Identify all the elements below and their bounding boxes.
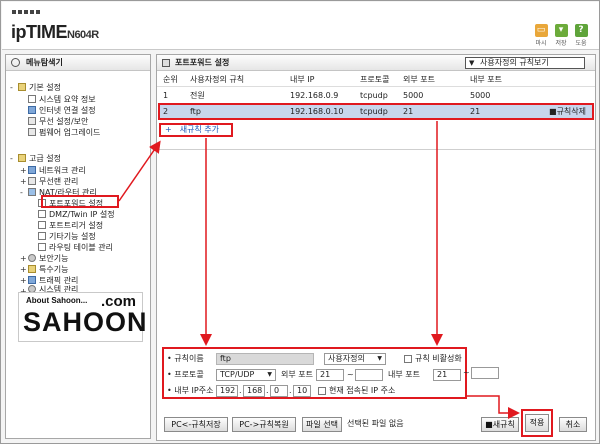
table-row[interactable]: 1 전원 192.168.0.9 tcpudp 5000 5000 <box>157 89 595 103</box>
menu-internet-settings[interactable]: 인터넷 연결 설정 <box>28 106 96 116</box>
pc-restore-rules-button[interactable]: PC->규칙복원 <box>232 417 296 432</box>
window-button[interactable]: ▭ 마시 <box>532 24 550 47</box>
square-icon: ■ <box>485 420 493 429</box>
menu-misc-features[interactable]: 기타기능 설정 <box>38 232 96 242</box>
help-button[interactable]: ? 도움 <box>572 24 590 47</box>
add-rule-link[interactable]: + 새규칙 추가 <box>159 123 233 137</box>
expand-toggle[interactable]: + <box>20 265 27 275</box>
chevron-down-icon: ▼ <box>377 355 382 362</box>
ip-octet-4[interactable]: 10 <box>293 385 311 397</box>
int-port-label: 내부 포트 <box>388 370 420 379</box>
expand-toggle[interactable]: + <box>20 254 27 264</box>
lock-icon <box>28 254 36 262</box>
apply-button[interactable]: 적용 <box>525 414 549 432</box>
logo-dots <box>12 10 40 14</box>
delete-icon: ■ <box>549 107 557 116</box>
router-admin-window: ipTIMEN604R ▭ 마시 ▾ 저장 ? 도움 메뉴탐색기 - 기본 설정… <box>0 0 600 444</box>
no-file-label: 선택된 파일 없음 <box>347 419 404 428</box>
search-icon <box>11 58 20 67</box>
menu-port-trigger[interactable]: 포트트리거 설정 <box>38 221 103 231</box>
help-icon: ? <box>574 24 588 37</box>
protocol-label: • 프로토콜 <box>167 370 204 379</box>
document-icon <box>38 210 46 218</box>
save-button[interactable]: ▾ 저장 <box>552 24 570 47</box>
rule-name-input[interactable]: ftp <box>216 353 314 365</box>
current-ip-label: 현재 접속된 IP 주소 <box>329 386 396 395</box>
menu-advanced-settings[interactable]: 고급 설정 <box>18 154 61 164</box>
pc-save-rules-button[interactable]: PC<-규칙저장 <box>164 417 228 432</box>
expand-toggle[interactable]: + <box>20 177 27 187</box>
menu-firmware-upgrade[interactable]: 펌웨어 업그레이드 <box>28 128 100 138</box>
table-header: 순위 사용자정의 규칙 내부 IP 프로토콜 외부 포트 내부 포트 <box>157 73 595 87</box>
disable-rule-label: 규칙 비활성화 <box>415 354 462 363</box>
ext-port-from-input[interactable]: 21 <box>316 369 344 381</box>
traffic-icon <box>28 276 36 284</box>
rule-type-select[interactable]: 사용자정의 ▼ <box>324 353 386 365</box>
ip-octet-3[interactable]: 0 <box>270 385 288 397</box>
menu-special[interactable]: 특수기능 <box>28 265 68 275</box>
ip-octet-2[interactable]: 168 <box>243 385 265 397</box>
range-dash: ~ <box>347 370 354 379</box>
range-dash: ~ <box>463 368 470 377</box>
folder-icon <box>18 154 26 162</box>
menu-explorer-title: 메뉴탐색기 <box>6 55 150 71</box>
divider <box>157 149 595 150</box>
menu-explorer: 메뉴탐색기 - 기본 설정 시스템 요약 정보 인터넷 연결 설정 무선 설정/… <box>5 54 151 439</box>
header: ipTIMEN604R ▭ 마시 ▾ 저장 ? 도움 <box>2 2 599 50</box>
menu-wireless-settings[interactable]: 무선 설정/보안 <box>28 117 88 127</box>
ip-label: • 내부 IP주소 <box>167 386 214 395</box>
globe-icon <box>28 106 36 114</box>
port-forward-highlight <box>41 195 119 208</box>
int-port-from-input[interactable]: 21 <box>433 369 461 381</box>
collapse-toggle[interactable]: - <box>20 188 23 198</box>
window-icon: ▭ <box>534 24 548 37</box>
document-icon <box>38 221 46 229</box>
sahoon-banner[interactable]: About Sahoon... .com SAHOON <box>18 292 147 342</box>
file-select-button[interactable]: 파일 선택 <box>302 417 342 432</box>
current-ip-checkbox[interactable] <box>318 387 326 395</box>
network-icon <box>28 166 36 174</box>
expand-toggle[interactable]: + <box>20 276 27 286</box>
chevron-down-icon: ▼ <box>469 59 475 67</box>
menu-security[interactable]: 보안기능 <box>28 254 68 264</box>
special-icon <box>28 265 36 273</box>
delete-rule-button[interactable]: ■규칙삭제 <box>549 105 586 119</box>
disable-rule-checkbox[interactable] <box>404 355 412 363</box>
ip-octet-1[interactable]: 192 <box>216 385 238 397</box>
panel-title: 포트포워드 설정 ▼ 사용자정의 규칙보기 <box>157 55 595 71</box>
menu-wireless-management[interactable]: 무선랜 관리 <box>28 177 78 187</box>
menu-basic-settings[interactable]: 기본 설정 <box>18 83 61 93</box>
protocol-select[interactable]: TCP/UDP ▼ <box>216 369 276 381</box>
plus-icon: + <box>165 125 172 134</box>
document-icon <box>38 232 46 240</box>
page-icon <box>162 59 170 67</box>
table-row-selected[interactable]: 2 ftp 192.168.0.10 tcpudp 21 21 ■규칙삭제 <box>157 105 595 119</box>
wireless-icon <box>28 177 36 185</box>
firmware-icon <box>28 128 36 136</box>
ext-port-to-input[interactable] <box>355 369 383 381</box>
view-rules-select[interactable]: ▼ 사용자정의 규칙보기 <box>465 57 585 69</box>
chevron-down-icon: ▼ <box>267 371 272 378</box>
document-icon <box>38 243 46 251</box>
collapse-toggle[interactable]: - <box>10 83 13 93</box>
brand-logo: ipTIMEN604R <box>11 22 99 42</box>
ext-port-label: 외부 포트 <box>281 370 313 379</box>
rule-edit-form: • 규칙이름 ftp 사용자정의 ▼ 규칙 비활성화 • 프로토콜 TCP/UDP… <box>162 347 467 399</box>
document-icon <box>28 95 36 103</box>
new-rule-button[interactable]: ■새규칙 <box>481 417 519 432</box>
menu-dmz[interactable]: DMZ/Twin IP 설정 <box>38 210 115 220</box>
router-icon <box>28 188 36 196</box>
cancel-button[interactable]: 취소 <box>559 417 587 432</box>
int-port-to-input[interactable] <box>471 367 499 379</box>
menu-network-management[interactable]: 네트워크 관리 <box>28 166 86 176</box>
save-icon: ▾ <box>554 24 568 37</box>
wireless-icon <box>28 117 36 125</box>
menu-system-summary[interactable]: 시스템 요약 정보 <box>28 95 96 105</box>
expand-toggle[interactable]: + <box>20 166 27 176</box>
rule-name-label: • 규칙이름 <box>167 354 204 363</box>
folder-icon <box>18 83 26 91</box>
menu-routing-table[interactable]: 라우팅 테이블 관리 <box>38 243 113 253</box>
collapse-toggle[interactable]: - <box>10 154 13 164</box>
